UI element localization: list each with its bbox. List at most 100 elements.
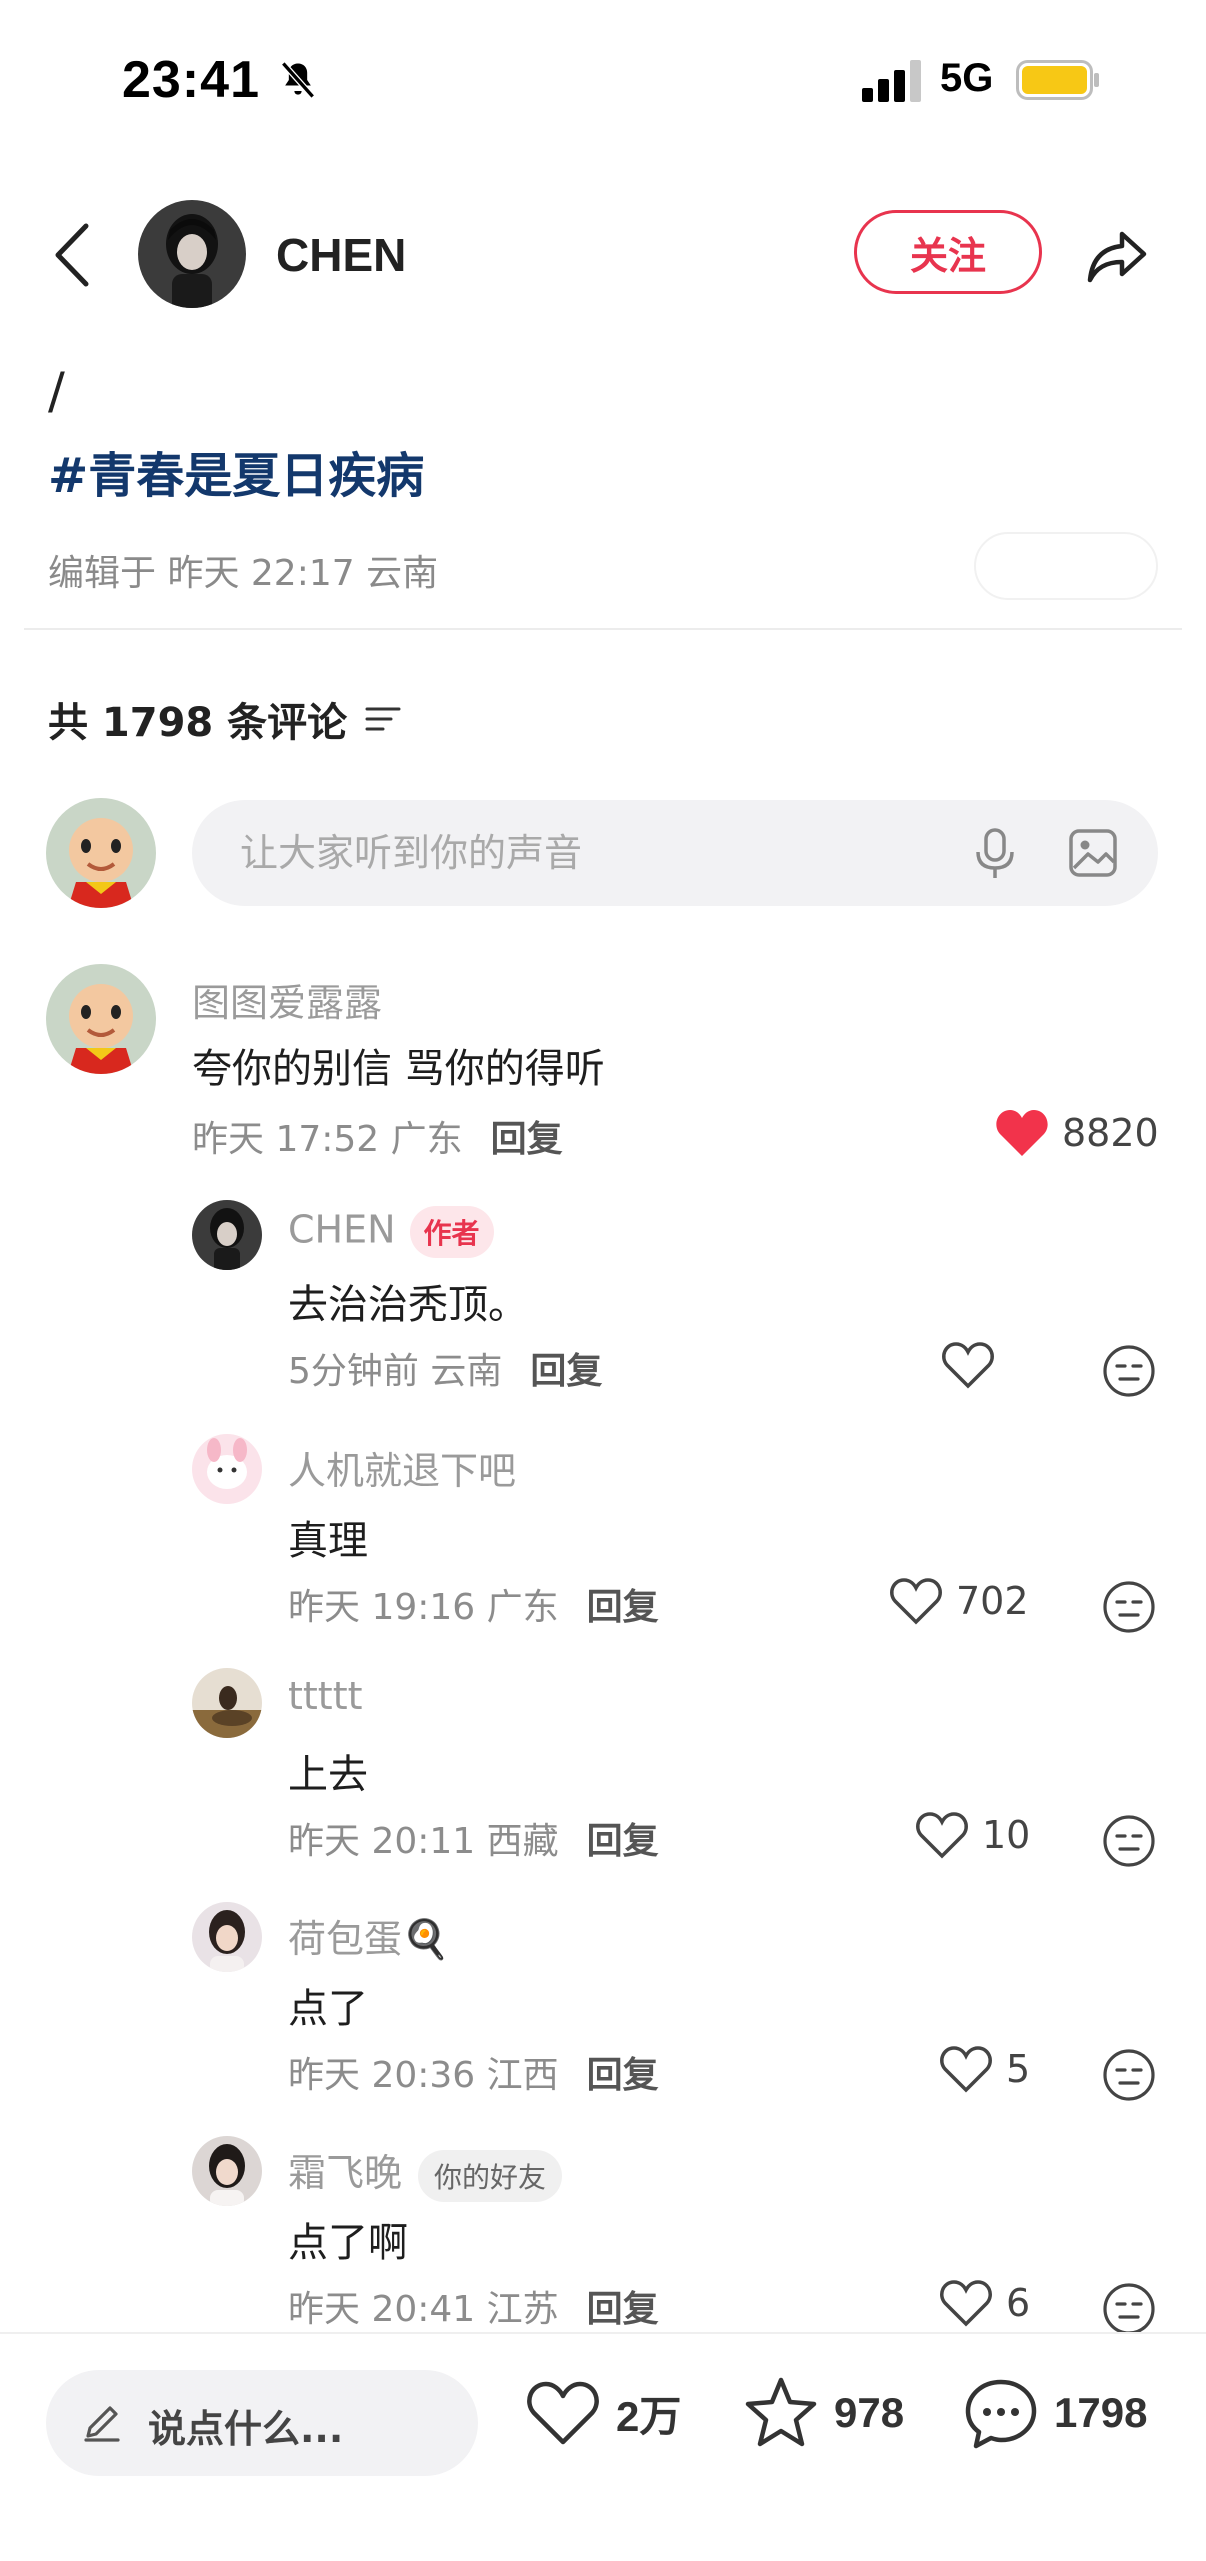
muted-bell-icon	[281, 61, 315, 99]
post-header: CHEN 关注	[0, 180, 1206, 330]
star-outline-icon	[745, 2377, 817, 2447]
like-button[interactable]: 702	[888, 1576, 1029, 1626]
comment-time: 昨天 17:52 广东	[192, 1119, 463, 1160]
microphone-icon[interactable]	[972, 828, 1018, 880]
author-name[interactable]: CHEN	[276, 228, 406, 282]
dislike-face-icon[interactable]	[1102, 2048, 1156, 2102]
reply-button[interactable]: 回复	[587, 1821, 659, 1862]
pencil-icon	[84, 2406, 120, 2442]
commenter-name[interactable]: 人机就退下吧	[288, 1440, 516, 1495]
comment-time: 5分钟前 云南	[288, 1351, 503, 1392]
say-something-input[interactable]: 说点什么...	[46, 2370, 478, 2476]
dislike-face-icon[interactable]	[1102, 1580, 1156, 1634]
comment-text[interactable]: 真理	[288, 1508, 368, 1566]
commenter-name-text: CHEN	[288, 1207, 396, 1252]
reply-button[interactable]: 回复	[587, 2055, 659, 2096]
status-bar: 23:41 5G	[0, 0, 1206, 160]
reply-button[interactable]: 回复	[530, 1351, 602, 1392]
post-like-button[interactable]: 2万	[524, 2374, 681, 2452]
back-icon[interactable]	[50, 220, 94, 290]
heart-outline-icon	[916, 1812, 968, 1859]
comment-meta: 昨天 20:11 西藏 回复	[288, 1812, 659, 1864]
comment-meta: 昨天 20:36 江西 回复	[288, 2046, 659, 2098]
commenter-name-text: 霜飞晚	[288, 2151, 403, 2195]
comment-text[interactable]: 去治治秃顶。	[288, 1272, 528, 1330]
commenter-name[interactable]: 霜飞晚 你的好友	[288, 2142, 563, 2202]
like-button[interactable]: 10	[914, 1810, 1030, 1860]
like-button[interactable]: 6	[938, 2278, 1030, 2328]
battery-icon	[1016, 60, 1099, 100]
comment-input-box[interactable]	[192, 800, 1158, 906]
network-type: 5G	[940, 56, 994, 100]
comment-text[interactable]: 点了啊	[288, 2210, 408, 2268]
heart-outline-icon	[890, 1578, 942, 1625]
comment-text[interactable]: 夸你的别信 骂你的得听	[192, 1036, 605, 1094]
like-count: 702	[956, 1579, 1029, 1623]
image-icon[interactable]	[1068, 828, 1118, 878]
reply-button[interactable]: 回复	[491, 1119, 563, 1160]
like-button[interactable]	[940, 1340, 1008, 1390]
hashtag-link[interactable]: #青春是夏日疾病	[48, 436, 424, 506]
friend-badge: 你的好友	[418, 2149, 563, 2202]
comment-input[interactable]	[240, 800, 940, 906]
like-count: 5	[1006, 2047, 1031, 2091]
comment-time: 昨天 20:36 江西	[288, 2055, 559, 2096]
comment-bubble-icon	[965, 2379, 1037, 2449]
reply-button[interactable]: 回复	[587, 1587, 659, 1628]
like-button[interactable]: 8820	[994, 1108, 1159, 1158]
author-avatar[interactable]	[138, 200, 246, 308]
reply-button[interactable]: 回复	[587, 2289, 659, 2330]
reply-item: CHEN 作者 去治治秃顶。 5分钟前 云南 回复	[0, 1196, 1206, 1398]
commenter-avatar[interactable]	[192, 2136, 262, 2206]
heart-filled-icon	[996, 1110, 1048, 1156]
clock: 23:41	[122, 51, 260, 109]
post-comment-button[interactable]: 1798	[962, 2374, 1147, 2452]
commenter-avatar[interactable]	[192, 1434, 262, 1504]
reply-item: ttttt 上去 昨天 20:11 西藏 回复 10	[0, 1664, 1206, 1867]
comment-time: 昨天 19:16 广东	[288, 1587, 559, 1628]
commenter-name[interactable]: ttttt	[288, 1674, 363, 1718]
share-icon[interactable]	[1082, 220, 1152, 290]
comment-text[interactable]: 点了	[288, 1976, 368, 2034]
reply-item: 人机就退下吧 真理 昨天 19:16 广东 回复 702	[0, 1430, 1206, 1633]
divider	[24, 628, 1182, 630]
like-count: 10	[982, 1813, 1031, 1857]
commenter-avatar[interactable]	[192, 1902, 262, 1972]
comment-item: 图图爱露露 夸你的别信 骂你的得听 昨天 17:52 广东 回复 8820	[0, 960, 1206, 1160]
reply-item: 荷包蛋🍳 点了 昨天 20:36 江西 回复 5	[0, 1898, 1206, 2101]
post-text: /	[48, 362, 65, 420]
commenter-avatar[interactable]	[46, 964, 156, 1074]
post-like-count: 2万	[616, 2392, 682, 2440]
author-badge: 作者	[409, 1206, 494, 1258]
dislike-face-icon[interactable]	[1102, 1344, 1156, 1398]
post-comment-count: 1798	[1054, 2389, 1148, 2436]
comment-meta: 5分钟前 云南 回复	[288, 1342, 602, 1394]
heart-outline-icon	[527, 2381, 599, 2445]
post-favorite-count: 978	[834, 2389, 905, 2436]
like-count: 8820	[1062, 1111, 1159, 1155]
like-count: 6	[1006, 2281, 1031, 2325]
meta-pill[interactable]	[974, 532, 1158, 600]
dislike-face-icon[interactable]	[1102, 2282, 1156, 2336]
comment-count-label: 共 1798 条评论	[48, 700, 348, 746]
commenter-avatar[interactable]	[192, 1200, 262, 1270]
signal-icon	[862, 60, 921, 102]
heart-outline-icon	[940, 2280, 992, 2327]
my-avatar[interactable]	[46, 798, 156, 908]
comment-meta: 昨天 20:41 江苏 回复	[288, 2280, 659, 2332]
follow-button[interactable]: 关注	[854, 210, 1042, 294]
heart-outline-icon	[940, 2046, 992, 2093]
like-button[interactable]: 5	[938, 2044, 1030, 2094]
commenter-name[interactable]: 图图爱露露	[192, 972, 382, 1027]
post-favorite-button[interactable]: 978	[742, 2374, 904, 2452]
commenter-name[interactable]: 荷包蛋🍳	[288, 1908, 449, 1963]
post-meta: 编辑于 昨天 22:17 云南	[48, 553, 439, 594]
commenter-avatar[interactable]	[192, 1668, 262, 1738]
bottom-action-bar: 说点什么... 2万 978 1798	[0, 2332, 1206, 2561]
commenter-name[interactable]: CHEN 作者	[288, 1206, 494, 1258]
comment-time: 昨天 20:11 西藏	[288, 1821, 559, 1862]
sort-icon[interactable]	[363, 703, 403, 735]
comment-text[interactable]: 上去	[288, 1742, 368, 1800]
dislike-face-icon[interactable]	[1102, 1814, 1156, 1868]
comment-time: 昨天 20:41 江苏	[288, 2289, 559, 2330]
